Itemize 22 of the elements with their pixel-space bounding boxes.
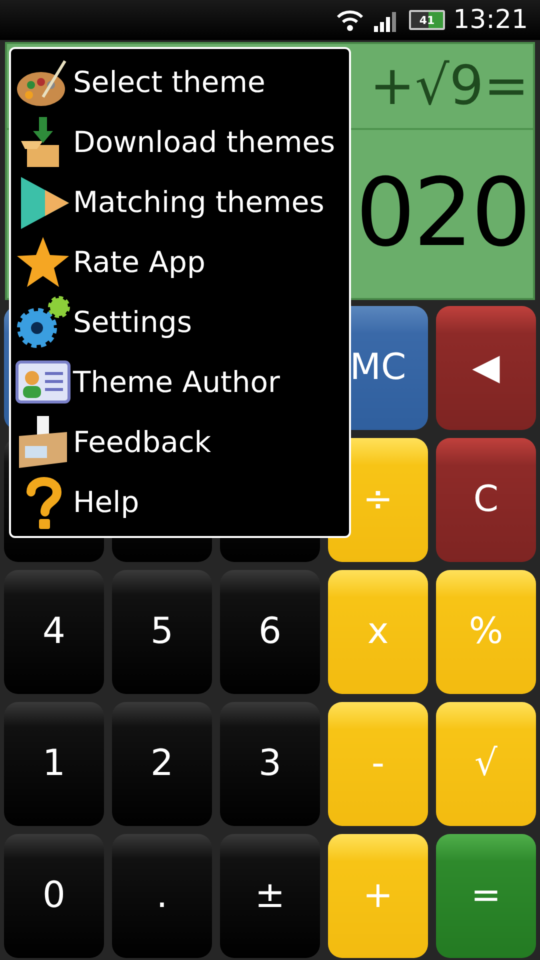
calculator-key[interactable]: . xyxy=(112,834,212,958)
gears-icon xyxy=(15,294,71,350)
result-text: 020 xyxy=(356,167,529,261)
wifi-icon xyxy=(335,8,366,32)
menu-item[interactable]: Download themes xyxy=(11,112,349,173)
menu-item[interactable]: Matching themes xyxy=(11,172,349,233)
calculator-key[interactable]: 1 xyxy=(4,702,104,826)
menu-item[interactable]: Select theme xyxy=(11,53,349,113)
menu-item[interactable]: Rate App xyxy=(11,232,349,292)
calculator-key[interactable]: ◀ xyxy=(436,306,536,430)
clock: 13:21 xyxy=(453,7,528,33)
battery-level: 41 xyxy=(419,14,435,26)
calculator-key[interactable]: 2 xyxy=(112,702,212,826)
calculator-key[interactable]: ± xyxy=(220,834,320,958)
calculator-key[interactable]: 6 xyxy=(220,570,320,694)
calculator-key[interactable]: = xyxy=(436,834,536,958)
calculator-key[interactable]: 4 xyxy=(4,570,104,694)
calculator-key[interactable]: C xyxy=(436,438,536,562)
calculator-key[interactable]: 5 xyxy=(112,570,212,694)
expression-text: +√9= xyxy=(370,59,529,113)
calculator-key[interactable]: 0 xyxy=(4,834,104,958)
calculator-key[interactable]: 3 xyxy=(220,702,320,826)
